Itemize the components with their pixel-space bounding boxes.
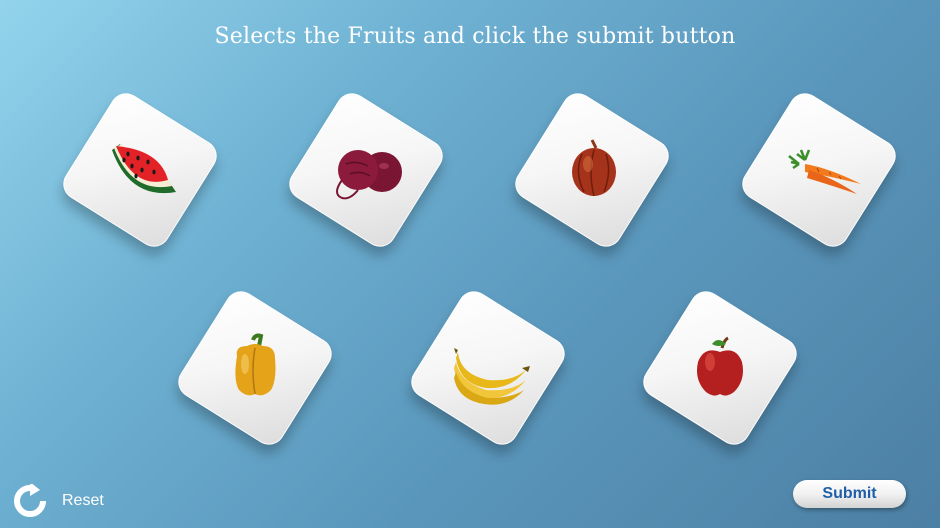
beetroot-icon	[336, 150, 402, 200]
item-card-banana[interactable]	[405, 285, 571, 451]
banana-icon	[454, 348, 530, 405]
carrot-icon	[788, 149, 861, 194]
item-card-carrot[interactable]	[736, 87, 902, 253]
reset-arrow-icon	[14, 484, 46, 517]
onion-icon	[572, 139, 616, 197]
apple-icon	[697, 336, 743, 396]
bell-pepper-icon	[235, 333, 276, 396]
submit-button[interactable]: Submit	[793, 480, 906, 508]
item-card-beetroot[interactable]	[283, 87, 449, 253]
page-title: Selects the Fruits and click the submit …	[214, 24, 736, 49]
item-card-onion[interactable]	[509, 87, 675, 253]
watermelon-icon	[112, 144, 176, 194]
item-card-watermelon[interactable]	[57, 87, 223, 253]
reset-button[interactable]: Reset	[12, 484, 104, 518]
reset-label: Reset	[62, 492, 104, 509]
item-card-apple[interactable]	[637, 285, 803, 451]
item-card-bell-pepper[interactable]	[172, 285, 338, 451]
